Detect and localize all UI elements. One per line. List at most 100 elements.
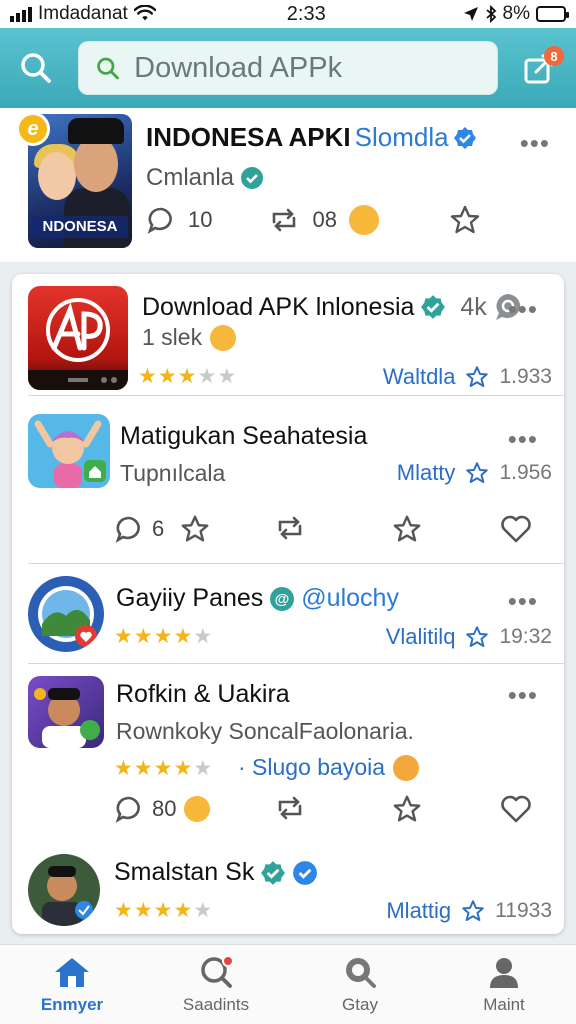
- repost-icon: [278, 796, 302, 820]
- app-name[interactable]: Smalstan Sk: [114, 858, 318, 887]
- tab-home-label: Enmyer: [40, 994, 104, 1014]
- star-outline-icon[interactable]: [465, 461, 489, 485]
- app-subline-text: Rownkoky SoncalFaolonaria.: [116, 718, 414, 744]
- location-arrow-icon: [463, 7, 478, 21]
- tab-profile[interactable]: Maint: [432, 945, 576, 1024]
- coin-badge-icon: e: [16, 112, 50, 146]
- more-options-button[interactable]: •••: [508, 588, 538, 614]
- star-rating: ★ ★ ★ ★ ★: [114, 626, 212, 647]
- battery-percent: 8%: [502, 3, 530, 24]
- app-number: 19:32: [499, 625, 552, 648]
- search-input[interactable]: [134, 51, 481, 85]
- featured-comment-count: 10: [188, 207, 213, 232]
- app-handle[interactable]: @ulochy: [301, 584, 399, 613]
- tongue-emoji-icon: [184, 796, 211, 822]
- favorite-button[interactable]: [180, 514, 210, 544]
- app-meta: Vlalitilq 19:32: [386, 624, 552, 650]
- comment-icon[interactable]: [146, 205, 176, 235]
- action-bar: 6: [12, 514, 564, 558]
- app-subline-text: 1 slek: [142, 324, 203, 350]
- search-icon: [97, 57, 119, 80]
- app-name[interactable]: Gayiiy Panes @ @ulochy: [116, 584, 399, 613]
- app-name[interactable]: Download APK lnlonesia 4k: [142, 292, 523, 322]
- smile-emoji-icon: [393, 754, 420, 781]
- app-number: 1.933: [499, 365, 552, 388]
- star-outline-icon[interactable]: [461, 899, 485, 923]
- featured-title: INDONESA APKI Slomdla: [146, 122, 477, 153]
- comment-button[interactable]: 6: [114, 514, 164, 544]
- app-meta: Mlattig 11933: [386, 898, 552, 924]
- app-icon[interactable]: [28, 286, 128, 390]
- tab-profile-label: Maint: [483, 994, 525, 1014]
- star-empty-icon: ★: [197, 365, 217, 388]
- star-outline-icon[interactable]: [465, 365, 489, 389]
- star-filled-icon: ★: [153, 757, 173, 780]
- app-icon[interactable]: [28, 576, 104, 652]
- app-tag-text[interactable]: · Slugo bayoia: [238, 754, 385, 781]
- app-link[interactable]: Mlattig: [386, 898, 451, 924]
- featured-title-text: INDONESA APKI: [146, 122, 351, 152]
- star-outline-icon[interactable]: [449, 204, 481, 236]
- star-outline-icon: [181, 515, 209, 542]
- svg-text:@: @: [275, 591, 290, 608]
- star-outline-icon: [393, 795, 421, 822]
- star-filled-icon: ★: [173, 899, 193, 922]
- more-options-button[interactable]: •••: [508, 426, 538, 452]
- app-name[interactable]: Rofkin & Uakira: [116, 680, 290, 709]
- verified-badge-icon: [453, 126, 476, 149]
- notification-dot: [222, 955, 234, 967]
- comment-count: 6: [152, 516, 165, 541]
- featured-developer: Cmlanla: [146, 164, 264, 192]
- repost-icon[interactable]: [268, 206, 300, 234]
- star-filled-icon: ★: [114, 899, 133, 922]
- carrier-name: Imdadanat: [38, 3, 128, 24]
- heart-icon: [501, 515, 531, 543]
- star-filled-icon: ★: [133, 625, 153, 648]
- app-icon[interactable]: [28, 676, 104, 748]
- bookmark-star-button[interactable]: [392, 514, 422, 544]
- list-item[interactable]: Smalstan Sk ★ ★ ★ ★ ★ Mlattig 11933: [12, 842, 564, 934]
- comment-button[interactable]: 80: [114, 794, 211, 824]
- tab-search[interactable]: Saadints: [144, 945, 288, 1024]
- star-filled-icon: ★: [153, 625, 173, 648]
- app-name[interactable]: Matigukan Seahatesia: [120, 422, 367, 451]
- verified-badge-icon: [261, 860, 286, 885]
- featured-app-card[interactable]: NDONESA e INDONESA APKI Slomdla Cmlanla …: [0, 108, 576, 262]
- list-item[interactable]: Rofkin & Uakira ••• Rownkoky SoncalFaolo…: [12, 664, 564, 842]
- more-options-button[interactable]: •••: [508, 296, 538, 322]
- clock: 2:33: [286, 2, 326, 25]
- app-name-text: Gayiiy Panes: [116, 584, 264, 612]
- search-button[interactable]: [14, 46, 58, 90]
- star-outline-icon[interactable]: [465, 625, 489, 649]
- bookmark-star-button[interactable]: [392, 794, 422, 824]
- notifications-button[interactable]: 8: [518, 46, 564, 90]
- app-icon[interactable]: [28, 854, 100, 926]
- tab-play[interactable]: Gtay: [288, 945, 432, 1024]
- list-item[interactable]: Matigukan Seahatesia ••• Tupnılcala Mlat…: [12, 396, 564, 564]
- repost-button[interactable]: [274, 514, 306, 542]
- star-filled-icon: ★: [173, 757, 193, 780]
- like-button[interactable]: [500, 514, 532, 544]
- more-options-button[interactable]: •••: [520, 130, 550, 156]
- star-empty-icon: ★: [193, 757, 213, 780]
- star-filled-icon: ★: [133, 899, 153, 922]
- app-link[interactable]: Mlatty: [397, 460, 456, 486]
- app-link[interactable]: Waltdla: [383, 364, 456, 390]
- tab-home[interactable]: Enmyer: [0, 945, 144, 1024]
- action-bar: 80: [12, 794, 564, 838]
- app-link[interactable]: Vlalitilq: [386, 624, 456, 650]
- more-options-button[interactable]: •••: [508, 682, 538, 708]
- list-item[interactable]: Download APK lnlonesia 4k ••• 1 slek ★ ★ ★…: [12, 274, 564, 396]
- home-icon: [55, 957, 89, 987]
- repost-button[interactable]: [274, 794, 306, 822]
- search-bar[interactable]: [78, 41, 498, 95]
- app-icon[interactable]: [28, 414, 110, 488]
- verified-badge-icon: [241, 167, 264, 189]
- star-empty-icon: ★: [193, 899, 213, 922]
- user-icon: [490, 957, 518, 988]
- app-number: 1.956: [499, 461, 552, 484]
- like-button[interactable]: [500, 794, 532, 824]
- app-name-text: Smalstan Sk: [114, 858, 255, 886]
- list-item[interactable]: Gayiiy Panes @ @ulochy ••• ★ ★ ★ ★ ★ Vlaliti…: [12, 564, 564, 664]
- app-tag: · Slugo bayoia: [238, 754, 420, 781]
